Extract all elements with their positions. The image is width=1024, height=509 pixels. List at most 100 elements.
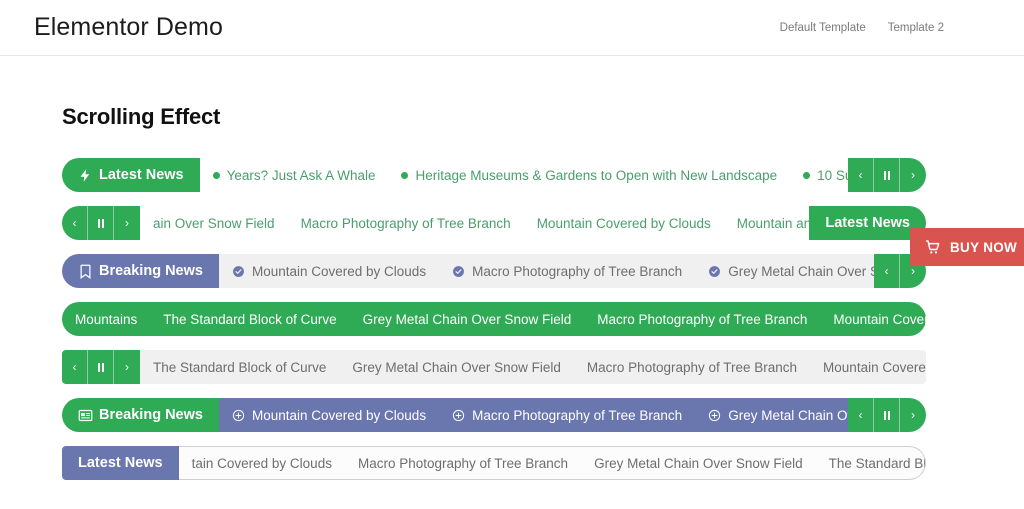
plus-circle-icon: [708, 409, 721, 422]
ticker-pause-button[interactable]: [874, 398, 900, 432]
ticker-label-text: Breaking News: [99, 263, 203, 279]
ticker-item-text: Mountain Covered by Clouds: [536, 215, 711, 231]
ticker-item-text: The Standard Block o: [828, 455, 926, 471]
ticker-pause-button[interactable]: [88, 206, 114, 240]
ticker-item[interactable]: Macro Photography of Tree Branch: [288, 216, 524, 231]
ticker-item[interactable]: Mountain Covered by C: [820, 312, 926, 327]
ticker-item[interactable]: Macro Photography of Tree Branch: [345, 456, 581, 471]
ticker-item[interactable]: tain Covered by Clouds: [179, 456, 345, 471]
ticker-items-strip[interactable]: Mountain Covered by Clouds Macro Photogra…: [218, 398, 848, 432]
ticker-items-strip[interactable]: tain Covered by Clouds Macro Photography …: [178, 446, 926, 480]
ticker-prev-button[interactable]: ‹: [848, 398, 874, 432]
bullet-dot-icon: [401, 171, 409, 179]
ticker-item-text: Macro Photography of Tree Branch: [586, 359, 798, 375]
check-circle-icon: [452, 265, 465, 278]
ticker-item[interactable]: The Standard Block of Curve: [140, 360, 339, 375]
ticker-item[interactable]: 10 Superfood: [790, 168, 848, 183]
buy-now-button[interactable]: BUY NOW: [910, 228, 1024, 266]
ticker-item[interactable]: Mountain Covered by Clouds: [524, 216, 724, 231]
ticker-label: Latest News: [62, 446, 179, 480]
header-nav: Default Template Template 2: [780, 22, 988, 34]
ticker-items-strip[interactable]: Mountains The Standard Block of Curve Grey…: [62, 302, 926, 336]
section-title: Scrolling Effect: [62, 104, 221, 129]
ticker-item[interactable]: The Standard Block of Curve: [150, 312, 349, 327]
ticker-item[interactable]: Macro Photography of Tree Branch: [584, 312, 820, 327]
ticker-item[interactable]: Macro Photography of Tree Branch: [439, 408, 695, 423]
ticker-next-button[interactable]: ›: [114, 350, 140, 384]
ticker-item[interactable]: Macro Photography of Tree Branch: [574, 360, 810, 375]
ticker-item[interactable]: Mountain Covered by Clouds: [219, 408, 439, 423]
nav-link-template-2[interactable]: Template 2: [888, 22, 944, 34]
ticker-item[interactable]: Grey Metal Chain Over Snow Field: [581, 456, 816, 471]
ticker-prev-button[interactable]: ‹: [848, 158, 874, 192]
ticker-item-text: Macro Photography of Tree Branch: [597, 311, 808, 327]
ticker-item[interactable]: Grey Metal Chain Over Snow Field: [339, 360, 574, 375]
ticker-item-text: Mountain Covered by Clouds: [251, 407, 427, 423]
ticker-prev-button[interactable]: ‹: [62, 350, 88, 384]
ticker-label: Latest News: [62, 158, 200, 192]
lightning-bolt-icon: [78, 168, 93, 183]
ticker-6: Breaking News Mountain Covered by Clouds M…: [62, 398, 926, 432]
ticker-item[interactable]: Grey Metal Chain Over Snow Field: [350, 312, 585, 327]
ticker-item-text: Years? Just Ask A Whale: [226, 167, 376, 183]
ticker-item[interactable]: Heritage Museums & Gardens to Open with …: [388, 168, 790, 183]
ticker-item-text: Grey Metal Chain Ove: [728, 407, 848, 423]
ticker-item[interactable]: The Standard Block o: [816, 455, 926, 471]
ticker-nav-controls[interactable]: ‹ ›: [62, 350, 140, 384]
ticker-nav-controls[interactable]: ‹ ›: [848, 398, 926, 432]
ticker-4: Mountains The Standard Block of Curve Grey…: [62, 302, 926, 336]
ticker-label-text: Latest News: [78, 455, 163, 471]
ticker-item[interactable]: Mountain and Trees: [724, 216, 810, 231]
ticker-item[interactable]: Grey Metal Chain Over Snow: [695, 264, 874, 279]
page-title: Elementor Demo: [34, 13, 223, 41]
ticker-7: Latest News tain Covered by Clouds Macro P…: [62, 446, 926, 480]
ticker-prev-button[interactable]: ‹: [874, 254, 900, 288]
ticker-item[interactable]: Grey Metal Chain Ove: [695, 408, 848, 423]
buy-now-label: BUY NOW: [950, 239, 1018, 255]
ticker-prev-button[interactable]: ‹: [62, 206, 88, 240]
ticker-label: Latest News: [809, 206, 926, 240]
check-circle-icon: [232, 265, 245, 278]
ticker-item[interactable]: ain Over Snow Field: [140, 216, 288, 231]
ticker-items-strip[interactable]: Years? Just Ask A Whale Heritage Museums …: [199, 158, 848, 192]
ticker-next-button[interactable]: ›: [900, 398, 926, 432]
ticker-items-strip[interactable]: The Standard Block of Curve Grey Metal Ch…: [140, 350, 926, 384]
ticker-items-strip[interactable]: Mountain Covered by Clouds Macro Photogra…: [218, 254, 874, 288]
ticker-item-text: 10 Superfood: [817, 167, 848, 183]
ticker-item-text: The Standard Block of Curve: [153, 359, 327, 375]
ticker-item-text: Grey Metal Chain Over Snow Field: [594, 455, 803, 471]
ticker-item-text: Macro Photography of Tree Branch: [300, 215, 511, 231]
ticker-label: Breaking News: [62, 254, 219, 288]
ticker-item-text: Grey Metal Chain Over Snow: [728, 263, 874, 279]
ticker-item[interactable]: Mountain Covered by Clouds: [219, 264, 439, 279]
ticker-label-text: Breaking News: [99, 407, 203, 423]
ticker-1: Latest News Years? Just Ask A Whale Herita…: [62, 158, 926, 192]
ticker-3: Breaking News Mountain Covered by Clouds M…: [62, 254, 926, 288]
ticker-item[interactable]: Years? Just Ask A Whale: [200, 168, 389, 183]
ticker-nav-controls[interactable]: ‹ ›: [62, 206, 140, 240]
ticker-nav-controls[interactable]: ‹ ›: [848, 158, 926, 192]
check-circle-icon: [708, 265, 721, 278]
ticker-item-text: tain Covered by Clouds: [191, 455, 332, 471]
ticker-label-text: Latest News: [99, 167, 184, 183]
ticker-item-text: Mountain Covered by C: [833, 311, 926, 327]
ticker-item-text: Mountain Covered by Clouds: [251, 263, 427, 279]
ticker-pause-button[interactable]: [874, 158, 900, 192]
nav-link-default-template[interactable]: Default Template: [780, 22, 866, 34]
ticker-item-text: Grey Metal Chain Over Snow Field: [362, 311, 572, 327]
ticker-item-text: Mountain Covered by C: [823, 359, 926, 375]
ticker-item-text: Grey Metal Chain Over Snow Field: [352, 359, 561, 375]
ticker-item-text: Macro Photography of Tree Branch: [472, 263, 683, 279]
ticker-item-text: The Standard Block of Curve: [163, 311, 337, 327]
ticker-next-button[interactable]: ›: [900, 158, 926, 192]
page-body: Scrolling Effect Latest News Years? Just …: [0, 104, 1024, 480]
ticker-label: Breaking News: [62, 398, 219, 432]
ticker-item[interactable]: Mountain Covered by C: [810, 360, 926, 375]
ticker-item[interactable]: Mountains: [62, 312, 150, 327]
ticker-pause-button[interactable]: [88, 350, 114, 384]
ticker-list: Latest News Years? Just Ask A Whale Herita…: [62, 158, 1024, 480]
ticker-next-button[interactable]: ›: [114, 206, 140, 240]
ticker-item[interactable]: Macro Photography of Tree Branch: [439, 264, 695, 279]
ticker-5: ‹ › The Standard Block of Curve Grey Metal …: [62, 350, 926, 384]
ticker-items-strip[interactable]: ain Over Snow Field Macro Photography of …: [140, 206, 810, 240]
